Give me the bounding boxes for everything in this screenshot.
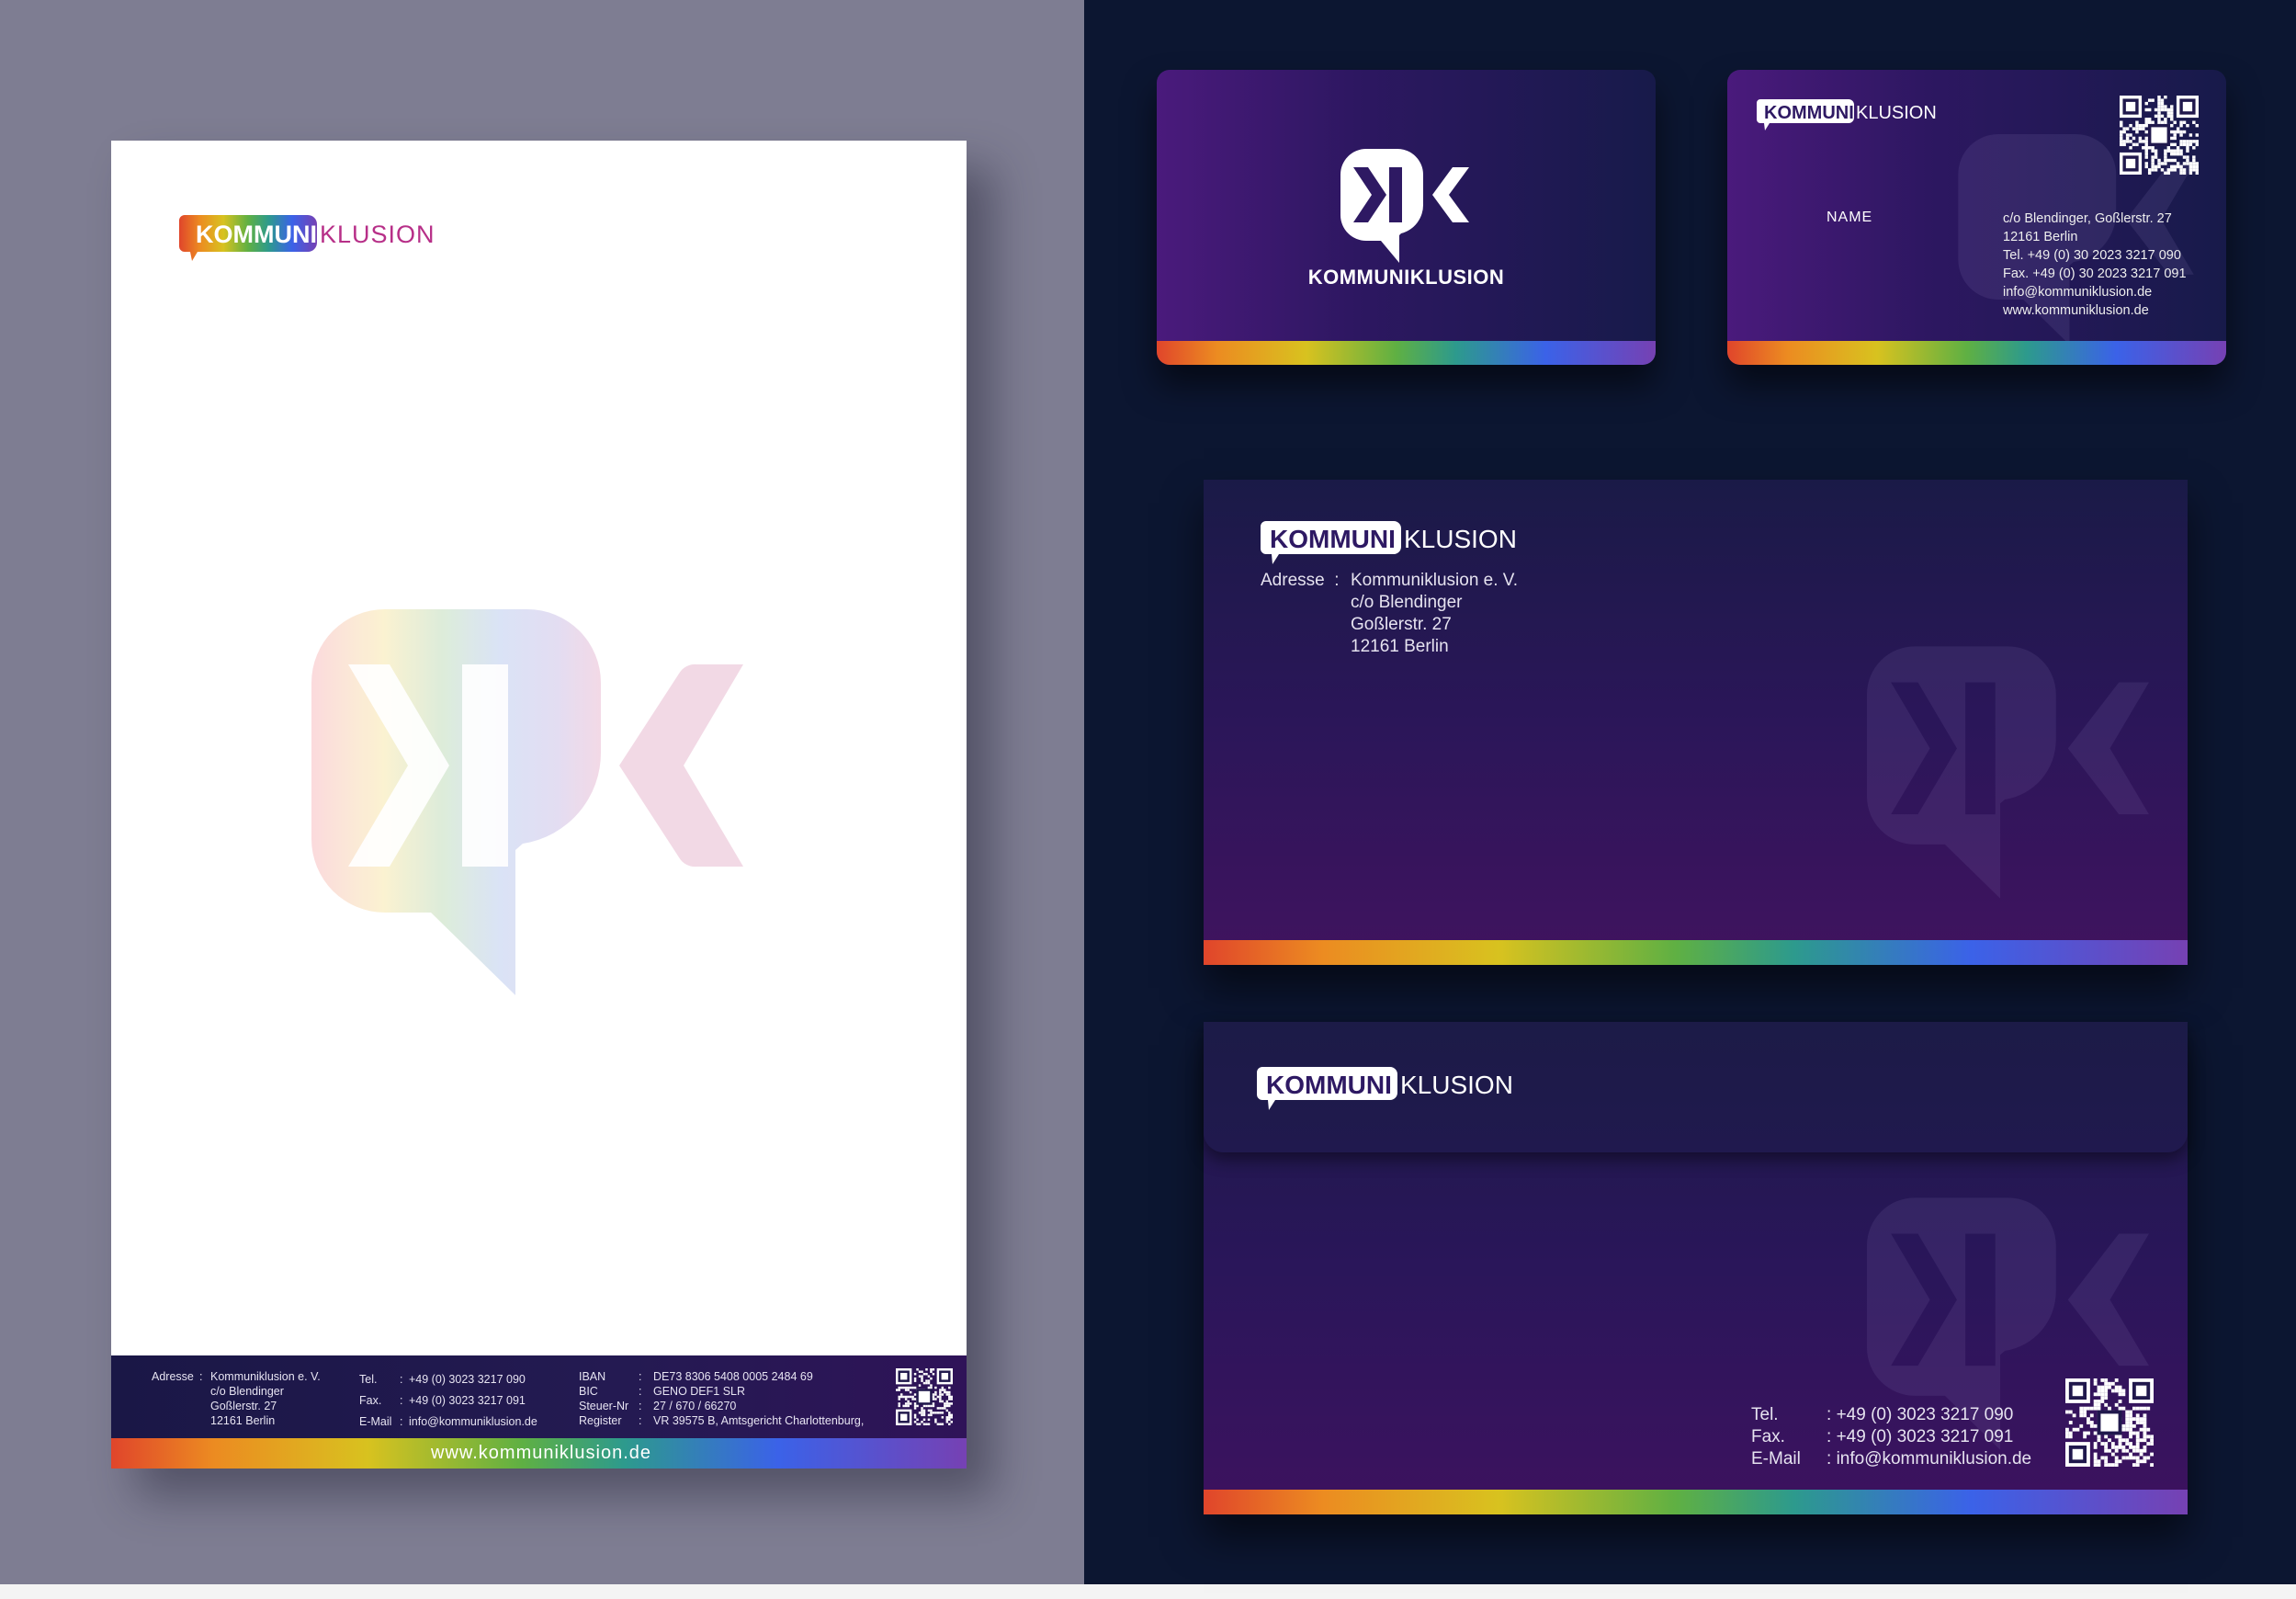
logo-text-part1: KOMMUNI: [196, 221, 317, 248]
footer-bank-sep: ::::: [639, 1370, 642, 1427]
bottom-strip: [0, 1584, 2296, 1599]
business-card-back: KOMMUNI KLUSION NAME c/o Blendinger, Goß…: [1727, 70, 2226, 365]
card-qr-code-icon: [2120, 96, 2199, 175]
letterhead-qr-code-icon: [896, 1368, 953, 1425]
letterhead-logo: KOMMUNI KLUSION: [179, 215, 435, 261]
envelope-qr-code-icon: [2065, 1378, 2154, 1467]
envelope-address-lines: Kommuniklusion e. V. c/o Blendinger Goßl…: [1351, 571, 1519, 656]
footer-bank-values: DE73 8306 5408 0005 2484 69 GENO DEF1 SL…: [653, 1370, 865, 1427]
logo-text-part2: KLUSION: [320, 221, 435, 248]
logo-watermark-icon: [1867, 646, 2149, 899]
footer-address-sep: :: [199, 1370, 203, 1383]
envelope-back: KOMMUNI KLUSION Tel. : +49 (0) 3023 3217…: [1204, 1022, 2188, 1514]
envelope-address-label: Adresse :: [1261, 571, 1340, 590]
card-logo: KOMMUNI KLUSION: [1757, 99, 1937, 130]
footer-address-label: Adresse: [152, 1370, 194, 1383]
envelope-rainbow-stripe: [1204, 940, 2188, 965]
footer-contact-sep: :::: [400, 1373, 403, 1428]
logo-text-part1: KOMMUNI: [1266, 1071, 1392, 1099]
letterhead-footer: Adresse : Kommuniklusion e. V. c/o Blend…: [111, 1355, 967, 1438]
card-wordmark: KOMMUNIKLUSION: [1307, 266, 1505, 289]
logo-mark-icon: [1340, 149, 1469, 263]
envelope-front: KOMMUNI KLUSION Adresse : Kommuniklusion…: [1204, 480, 2188, 965]
card-name-label: NAME: [1827, 210, 1873, 225]
logo-watermark-icon: [311, 609, 743, 995]
logo-text-part2: KLUSION: [1404, 525, 1517, 553]
letterhead-website: www.kommuniklusion.de: [431, 1443, 651, 1463]
footer-address: Kommuniklusion e. V. c/o Blendinger Goßl…: [210, 1370, 321, 1427]
footer-contact-labels: Tel. Fax. E-Mail: [359, 1373, 392, 1428]
logo-text-part1: KOMMUNI: [1764, 103, 1854, 123]
envelope-rainbow-stripe: [1204, 1490, 2188, 1514]
envelope-flap-logo: KOMMUNI KLUSION: [1257, 1067, 1513, 1110]
logo-text-part2: KLUSION: [1400, 1071, 1513, 1099]
business-card-front: KOMMUNIKLUSION: [1157, 70, 1656, 365]
logo-text-part1: KOMMUNI: [1270, 525, 1396, 553]
letterhead-page: KOMMUNI KLUSION Adresse : Kommuniklusion…: [111, 141, 967, 1469]
footer-contact-values: +49 (0) 3023 3217 090 +49 (0) 3023 3217 …: [409, 1373, 537, 1428]
card-contact-info: c/o Blendinger, Goßlerstr. 27 12161 Berl…: [2003, 211, 2187, 318]
logo-text-part2: KLUSION: [1856, 103, 1937, 123]
footer-bank-labels: IBAN BIC Steuer-Nr Register: [579, 1370, 629, 1427]
card-rainbow-stripe: [1157, 341, 1656, 365]
envelope-logo: KOMMUNI KLUSION: [1261, 521, 1517, 564]
card-rainbow-stripe: [1727, 341, 2226, 365]
